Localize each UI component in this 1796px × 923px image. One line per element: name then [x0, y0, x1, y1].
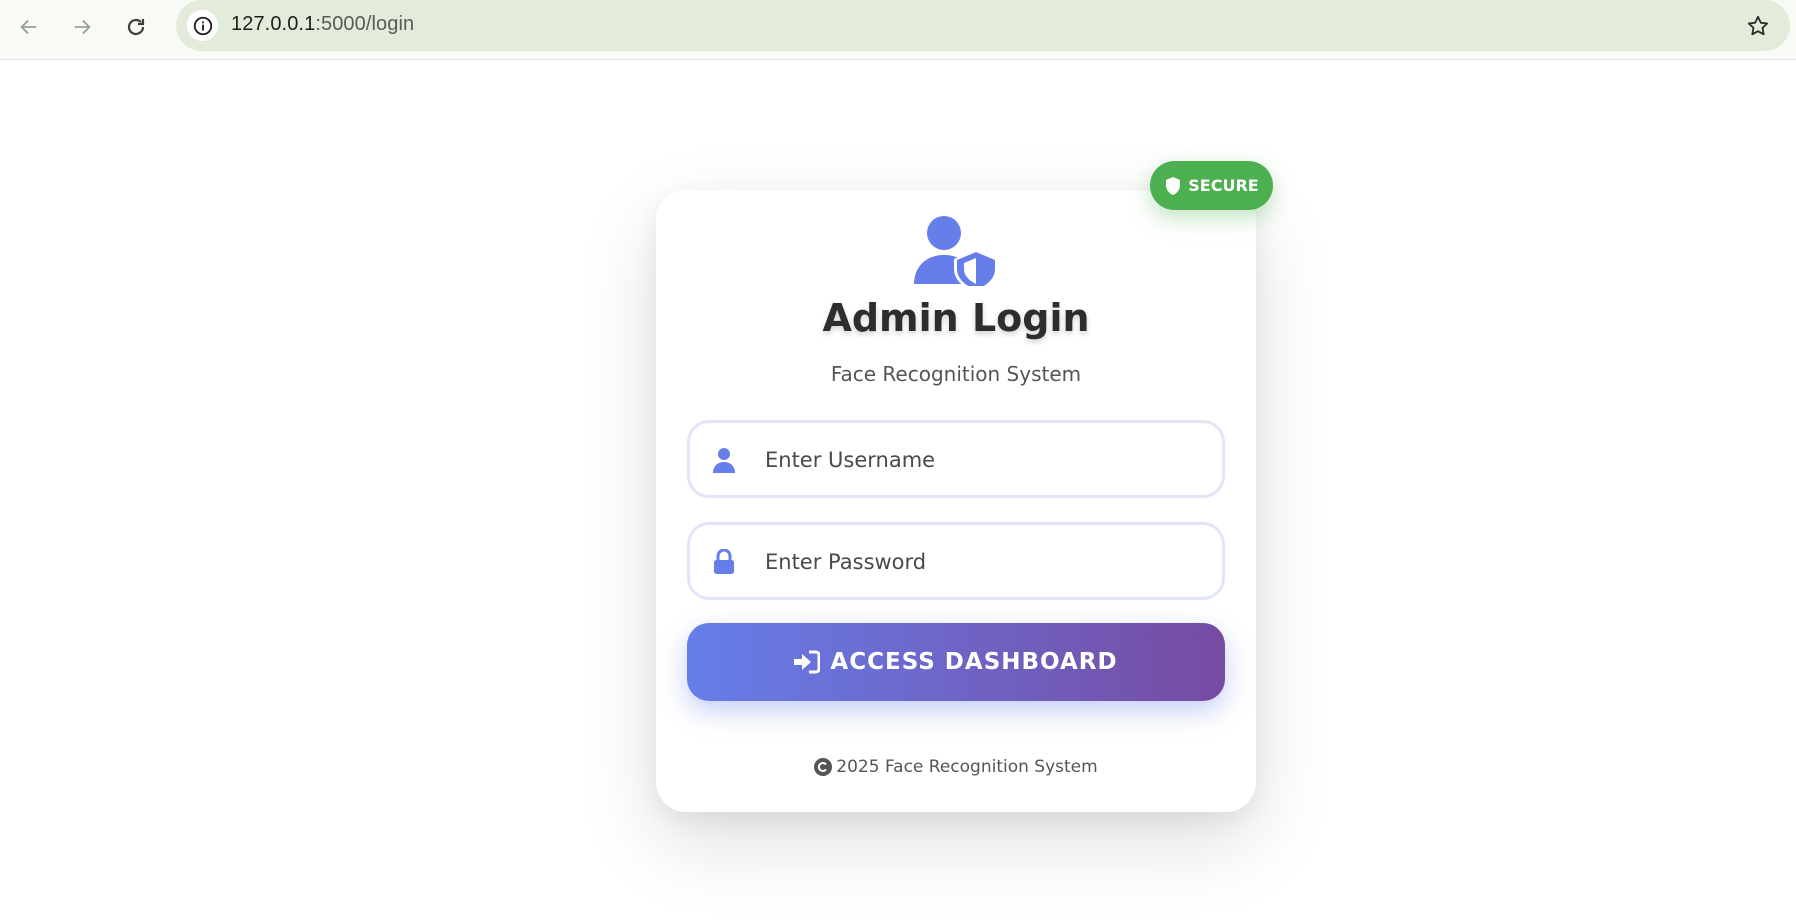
shield-icon	[1166, 176, 1181, 195]
url-text: 127.0.0.1:5000/login	[231, 13, 414, 36]
bookmark-button[interactable]	[1744, 12, 1772, 40]
password-field[interactable]	[687, 522, 1225, 600]
site-info-button[interactable]	[187, 10, 218, 41]
star-icon	[1747, 15, 1769, 36]
access-dashboard-label: ACCESS DASHBOARD	[830, 649, 1118, 675]
page-title: Admin Login	[822, 296, 1090, 340]
username-field[interactable]	[687, 420, 1225, 498]
user-shield-icon	[914, 216, 998, 286]
forward-button[interactable]	[63, 8, 101, 46]
reload-button[interactable]	[117, 8, 155, 46]
back-button[interactable]	[10, 8, 48, 46]
arrow-right-icon	[74, 19, 91, 35]
info-icon	[193, 16, 212, 35]
reload-icon	[127, 18, 145, 36]
access-dashboard-button[interactable]: ACCESS DASHBOARD	[687, 623, 1225, 701]
arrow-left-icon	[20, 19, 37, 35]
password-input[interactable]	[765, 545, 1205, 579]
copyright-icon	[814, 758, 833, 776]
url-host: 127.0.0.1	[231, 13, 316, 35]
url-path: :5000/login	[315, 13, 415, 35]
footer-text: 2025 Face Recognition System	[836, 757, 1098, 777]
user-icon	[712, 447, 736, 473]
lock-icon	[712, 549, 736, 575]
secure-badge: SECURE	[1150, 161, 1273, 210]
username-input[interactable]	[765, 443, 1205, 477]
page-subtitle: Face Recognition System	[830, 362, 1082, 386]
sign-in-icon	[794, 650, 821, 674]
footer: 2025 Face Recognition System	[656, 757, 1256, 777]
badge-label: SECURE	[1188, 176, 1259, 195]
address-bar[interactable]: 127.0.0.1:5000/login	[176, 0, 1790, 51]
browser-toolbar: 127.0.0.1:5000/login	[0, 0, 1796, 60]
